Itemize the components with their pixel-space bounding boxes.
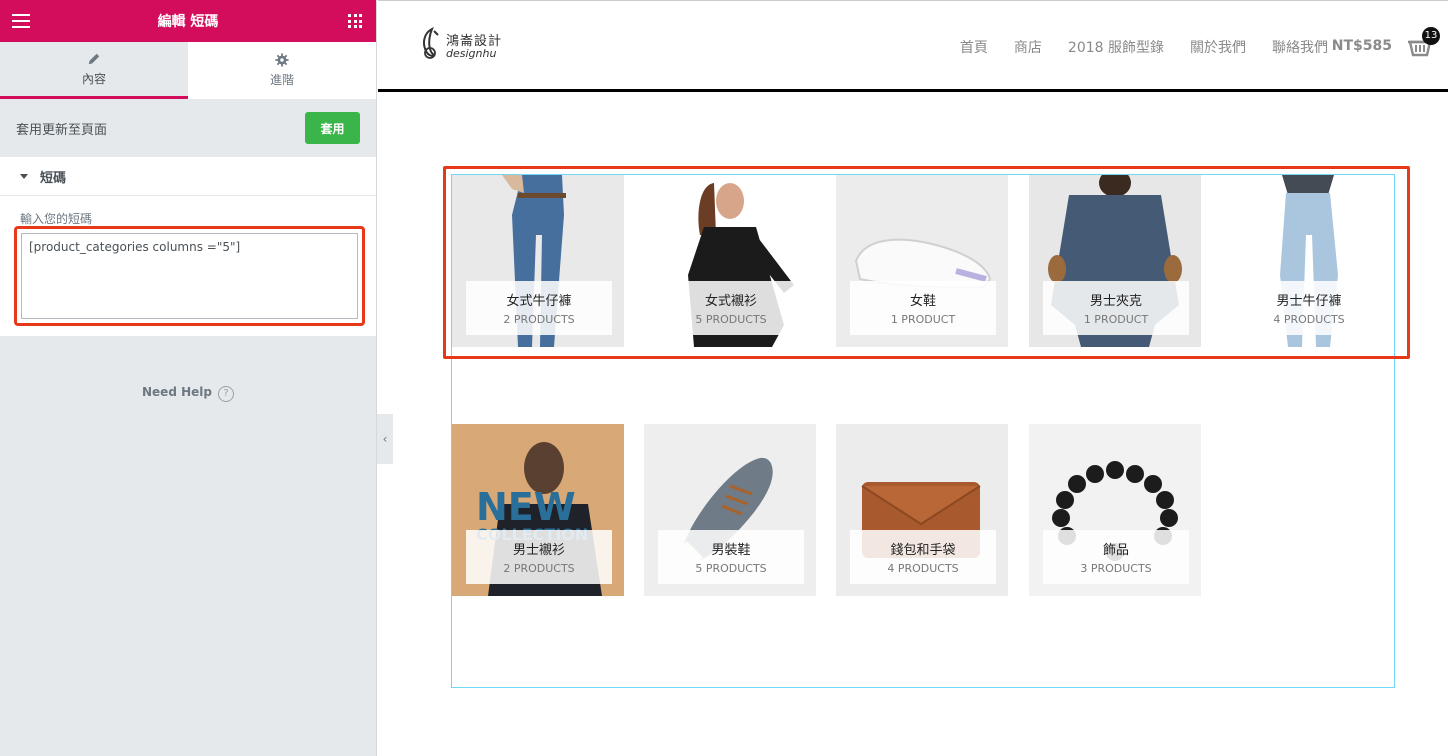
section-header[interactable]: 短碼 [0,157,376,196]
panel-tabs: 內容 進階 [0,42,376,99]
nav-item-home[interactable]: 首頁 [960,37,988,57]
shortcode-textarea[interactable]: [product_categories columns ="5"] [21,233,358,319]
logo-english-text: designhu [446,47,497,60]
category-name: 男裝鞋 [711,543,751,558]
apply-row: 套用更新至頁面 套用 [0,99,376,157]
hamburger-menu-icon[interactable] [12,14,30,28]
category-name: 飾品 [1102,543,1129,558]
pencil-icon [88,53,100,64]
category-card: 錢包和手袋 4 PRODUCTS [850,530,996,584]
nav-item-contact[interactable]: 聯絡我們 [1272,37,1328,57]
category-tile-mens-shoes[interactable]: 男裝鞋 5 PRODUCTS [644,424,816,596]
nav-item-about[interactable]: 關於我們 [1190,37,1246,57]
category-name: 男士襯衫 [512,543,565,558]
first-row-highlight [443,166,1410,359]
chevron-left-icon: ‹ [382,432,388,446]
nav-item-catalog[interactable]: 2018 服飾型錄 [1068,37,1164,57]
logo-mark-icon [423,27,439,59]
site-header: 鴻崙設計 designhu 首頁 商店 2018 服飾型錄 關於我們 聯絡我們 … [378,0,1448,92]
caret-down-icon [20,173,28,179]
shortcode-highlight: [product_categories columns ="5"] [14,226,365,326]
question-icon: ? [217,386,234,402]
category-count: 5 PRODUCTS [695,562,767,575]
category-card: 飾品 3 PRODUCTS [1043,530,1189,584]
widgets-grid-icon[interactable] [348,14,362,28]
tab-content-label: 內容 [81,71,106,86]
panel-title: 編輯 短碼 [157,14,219,30]
site-logo[interactable]: 鴻崙設計 designhu [418,27,502,63]
panel-header: 編輯 短碼 [0,0,376,42]
category-tile-wallets-bags[interactable]: 錢包和手袋 4 PRODUCTS [836,424,1008,596]
need-help-label: Need Help [142,385,212,399]
nav-item-shop[interactable]: 商店 [1014,37,1042,57]
tab-advanced[interactable]: 進階 [188,42,376,99]
collapse-panel-button[interactable]: ‹ [377,414,393,464]
new-overlay-text: NEW [476,485,576,529]
gear-icon [275,53,289,67]
section-title: 短碼 [40,170,67,186]
cart-total[interactable]: NT$585 [1332,38,1392,54]
cart-count-badge: 13 [1422,27,1440,45]
category-tile-accessories[interactable]: 飾品 3 PRODUCTS [1029,424,1201,596]
category-card: 男裝鞋 5 PRODUCTS [658,530,804,584]
category-count: 3 PRODUCTS [1080,562,1152,575]
main-nav: 首頁 商店 2018 服飾型錄 關於我們 聯絡我們 [934,37,1328,57]
category-card: 男士襯衫 2 PRODUCTS [466,530,612,584]
tab-advanced-label: 進階 [269,73,294,87]
tab-content[interactable]: 內容 [0,42,188,99]
category-count: 4 PRODUCTS [887,562,959,575]
shortcode-field-label: 輸入您的短碼 [20,212,93,226]
category-name: 錢包和手袋 [890,543,956,558]
editor-panel: 編輯 短碼 內容 進階 套用更新至頁面 套用 短碼 輸入您的短碼 [produc… [0,0,377,756]
category-tile-mens-shirts[interactable]: NEW COLLECTION 男士襯衫 2 PRODUCTS [452,424,624,596]
apply-button[interactable]: 套用 [305,112,360,144]
category-count: 2 PRODUCTS [503,562,575,575]
need-help-link[interactable]: Need Help? [0,385,376,402]
apply-text: 套用更新至頁面 [16,122,108,138]
